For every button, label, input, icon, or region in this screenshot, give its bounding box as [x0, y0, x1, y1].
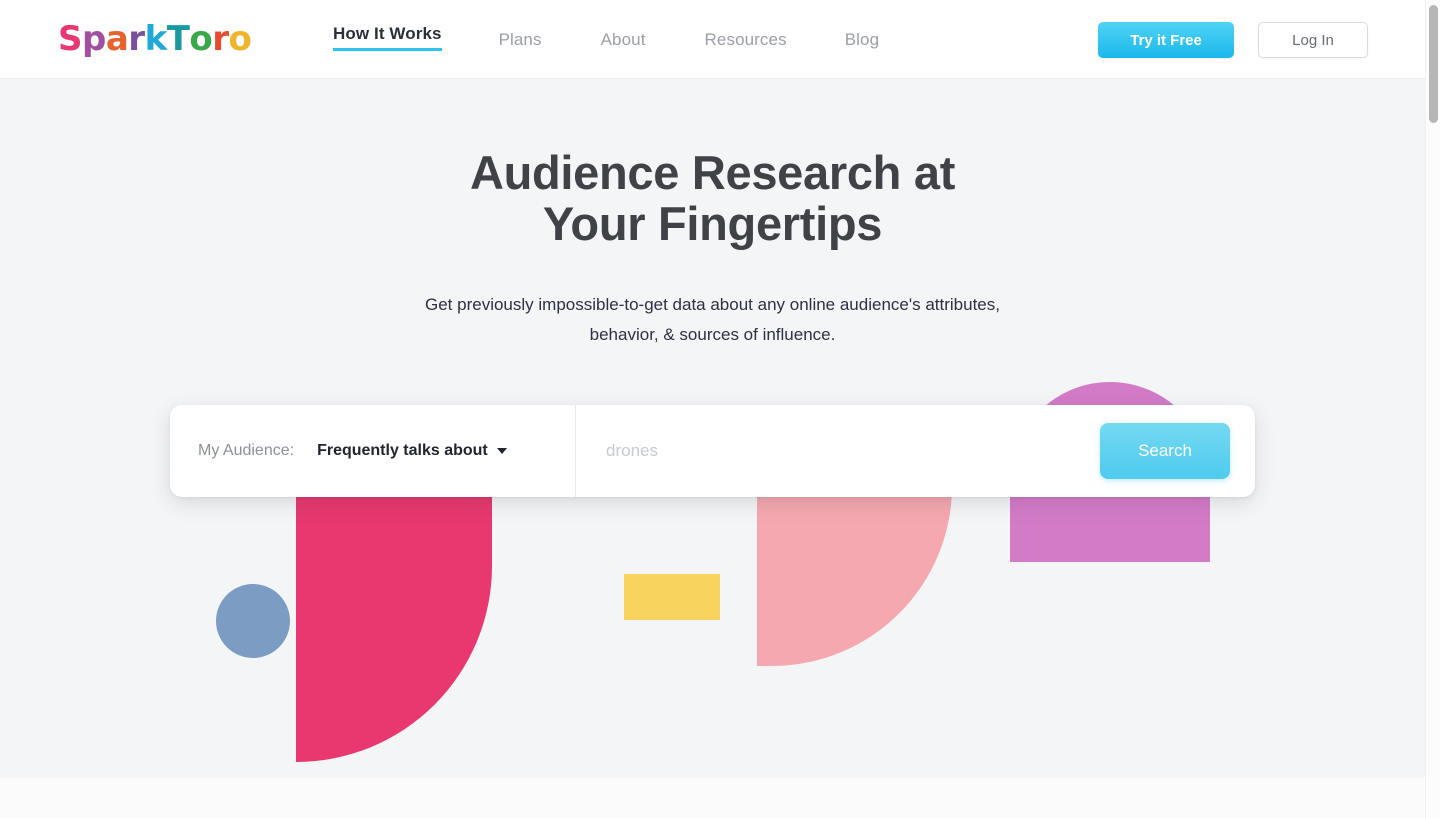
- audience-filter-dropdown[interactable]: Frequently talks about: [317, 442, 507, 460]
- site-header: S p a r k T o r o How It Works Plans Abo…: [0, 0, 1425, 79]
- hero-subtitle: Get previously impossible-to-get data ab…: [425, 295, 1000, 344]
- page-root: S p a r k T o r o How It Works Plans Abo…: [0, 0, 1440, 818]
- search-button[interactable]: Search: [1100, 423, 1230, 479]
- page-title-line-1: Audience Research at: [469, 146, 956, 199]
- logo-letter-o2: o: [228, 19, 252, 59]
- page-scrollbar-thumb[interactable]: [1429, 5, 1438, 123]
- search-input[interactable]: [606, 441, 1100, 461]
- audience-filter-selected-value: Frequently talks about: [317, 442, 488, 459]
- chevron-down-icon: [496, 448, 507, 454]
- logo-letter-o1: o: [189, 19, 213, 59]
- logo-letter-r: r: [128, 19, 145, 59]
- logo-letter-k: k: [144, 19, 168, 59]
- try-it-free-button[interactable]: Try it Free: [1098, 22, 1234, 58]
- page-title: Audience Research at Your Fingertips: [0, 147, 1425, 249]
- audience-search-card: My Audience: Frequently talks about Sear…: [170, 405, 1255, 497]
- nav-item-about[interactable]: About: [601, 30, 646, 50]
- page-scrollbar[interactable]: [1425, 0, 1440, 818]
- logo-letter-s: S: [58, 19, 83, 59]
- decorative-shape-yellow-rectangle: [624, 574, 720, 620]
- nav-item-resources[interactable]: Resources: [705, 30, 787, 50]
- decorative-shape-blue-circle: [216, 584, 290, 658]
- nav-item-blog[interactable]: Blog: [845, 30, 879, 50]
- main-navigation: How It Works Plans About Resources Blog: [333, 0, 879, 79]
- page-title-line-2: Your Fingertips: [542, 197, 883, 250]
- log-in-button[interactable]: Log In: [1258, 22, 1368, 58]
- decorative-shape-pink-quarter-circle: [757, 469, 952, 666]
- search-input-container: [576, 405, 1100, 497]
- my-audience-label: My Audience:: [198, 442, 295, 459]
- logo-letter-t: T: [166, 19, 190, 59]
- nav-item-plans[interactable]: Plans: [499, 30, 542, 50]
- logo-letter-a: a: [105, 19, 129, 59]
- sparktoro-logo[interactable]: S p a r k T o r o: [58, 19, 252, 59]
- logo-letter-r2: r: [212, 19, 229, 59]
- nav-item-how-it-works[interactable]: How It Works: [333, 24, 442, 51]
- next-section-placeholder: [0, 778, 1425, 818]
- audience-filter-group: My Audience: Frequently talks about: [170, 405, 576, 497]
- logo-letter-p: p: [82, 19, 106, 59]
